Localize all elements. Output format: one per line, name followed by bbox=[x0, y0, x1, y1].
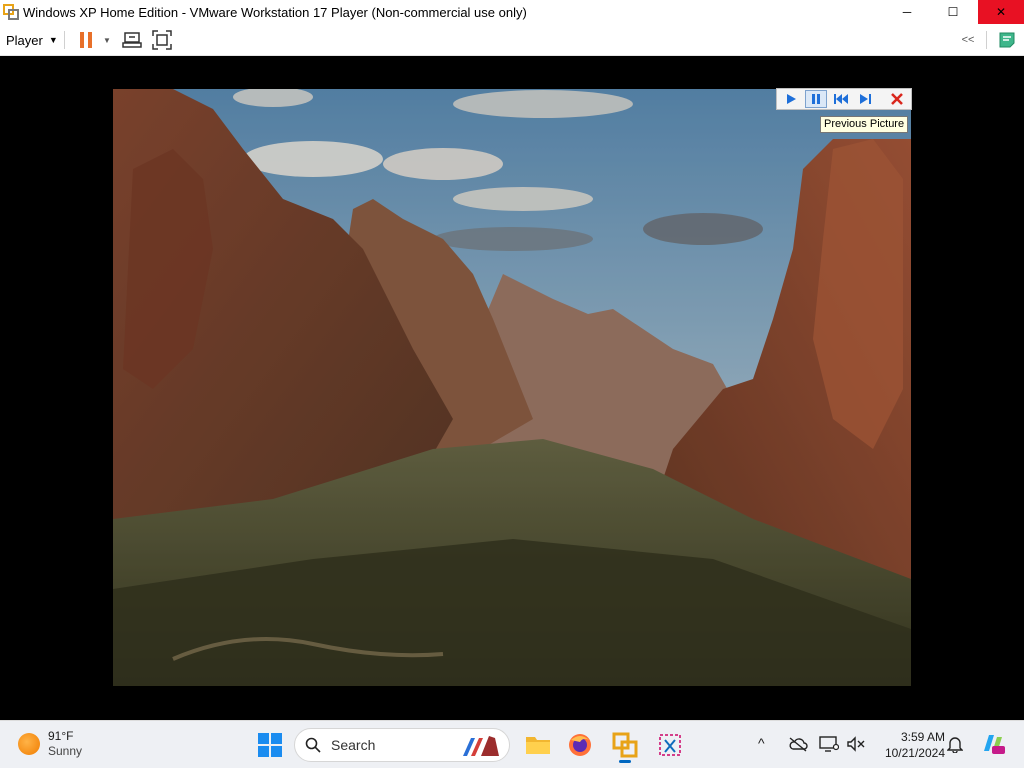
show-hidden-icons-button[interactable]: ^ bbox=[758, 735, 765, 751]
clock-time: 3:59 AM bbox=[900, 730, 945, 744]
window-title: Windows XP Home Edition - VMware Worksta… bbox=[23, 4, 527, 20]
system-clock[interactable]: 3:59 AM 10/21/2024 bbox=[873, 729, 945, 761]
search-placeholder: Search bbox=[331, 737, 376, 753]
folder-icon bbox=[526, 737, 550, 754]
play-slideshow-button[interactable] bbox=[780, 90, 802, 108]
slideshow-controls bbox=[776, 88, 912, 110]
player-menu-button[interactable]: Player ▼ bbox=[6, 28, 58, 52]
skip-back-icon bbox=[834, 94, 848, 104]
taskbar-file-explorer[interactable] bbox=[522, 729, 554, 761]
vmware-icon bbox=[612, 732, 638, 758]
cloud-off-icon bbox=[789, 737, 808, 752]
minimize-button[interactable]: ─ bbox=[884, 0, 930, 24]
weather-temperature: 91°F bbox=[48, 729, 74, 743]
tooltip: Previous Picture bbox=[820, 116, 909, 133]
vmware-app-icon bbox=[3, 4, 19, 20]
vm-display[interactable]: Previous Picture bbox=[0, 56, 1024, 720]
firefox-icon bbox=[569, 734, 591, 756]
title-bar: Windows XP Home Edition - VMware Worksta… bbox=[0, 0, 1024, 24]
start-button[interactable] bbox=[256, 731, 284, 759]
close-slideshow-button[interactable] bbox=[886, 90, 908, 108]
copilot-button[interactable] bbox=[980, 731, 1006, 757]
slideshow-picture bbox=[113, 89, 911, 686]
note-icon bbox=[999, 32, 1015, 48]
pause-vm-button[interactable] bbox=[76, 28, 96, 52]
notes-button[interactable] bbox=[995, 28, 1019, 52]
send-ctrl-alt-del-button[interactable] bbox=[120, 28, 144, 52]
taskbar-search[interactable]: Search bbox=[294, 728, 510, 762]
close-button[interactable]: ✕ bbox=[978, 0, 1024, 24]
windows-logo-icon bbox=[258, 733, 282, 757]
next-picture-button[interactable] bbox=[855, 90, 877, 108]
maximize-button[interactable]: ☐ bbox=[930, 0, 976, 24]
toolbar-divider bbox=[64, 31, 65, 49]
tray-volume[interactable] bbox=[845, 733, 867, 755]
ctrl-alt-del-icon bbox=[122, 32, 142, 48]
active-app-indicator bbox=[619, 760, 631, 763]
bell-icon bbox=[947, 737, 963, 753]
close-icon bbox=[891, 93, 903, 105]
search-icon bbox=[305, 737, 321, 753]
skip-forward-icon bbox=[860, 94, 871, 104]
toolbar-divider bbox=[986, 31, 987, 49]
weather-widget[interactable]: 91°F Sunny bbox=[18, 729, 82, 759]
weather-condition: Sunny bbox=[48, 744, 83, 758]
full-screen-button[interactable] bbox=[150, 28, 174, 52]
tray-network-off[interactable] bbox=[787, 733, 809, 755]
scissors-icon bbox=[659, 734, 681, 756]
fullscreen-icon bbox=[152, 30, 172, 50]
collapse-toolbar-button[interactable]: << bbox=[956, 28, 980, 52]
play-icon bbox=[787, 94, 796, 104]
notifications-button[interactable] bbox=[944, 733, 966, 755]
player-menu-label: Player bbox=[6, 32, 43, 48]
copilot-icon bbox=[984, 735, 1005, 754]
zion-canyon-photo bbox=[113, 89, 911, 686]
speaker-muted-icon bbox=[847, 736, 865, 752]
taskbar-vmware-player[interactable] bbox=[609, 729, 641, 763]
sun-icon bbox=[18, 733, 40, 755]
windows-taskbar: 91°F Sunny Search ^ 3:59 AM 10/21/2024 bbox=[0, 720, 1024, 768]
power-options-dropdown[interactable]: ▼ bbox=[101, 28, 113, 52]
search-highlight-icon bbox=[463, 736, 499, 756]
previous-picture-button[interactable] bbox=[830, 90, 852, 108]
chevron-down-icon: ▼ bbox=[48, 35, 58, 45]
tray-display[interactable] bbox=[818, 733, 840, 755]
pause-icon bbox=[80, 32, 84, 48]
clock-date: 10/21/2024 bbox=[884, 746, 945, 760]
monitor-icon bbox=[819, 736, 839, 752]
pause-icon bbox=[812, 94, 820, 104]
pause-slideshow-button[interactable] bbox=[805, 90, 827, 108]
vmware-toolbar: Player ▼ ▼ << bbox=[0, 24, 1024, 56]
taskbar-snipping-tool[interactable] bbox=[654, 729, 686, 761]
taskbar-firefox[interactable] bbox=[564, 729, 596, 761]
